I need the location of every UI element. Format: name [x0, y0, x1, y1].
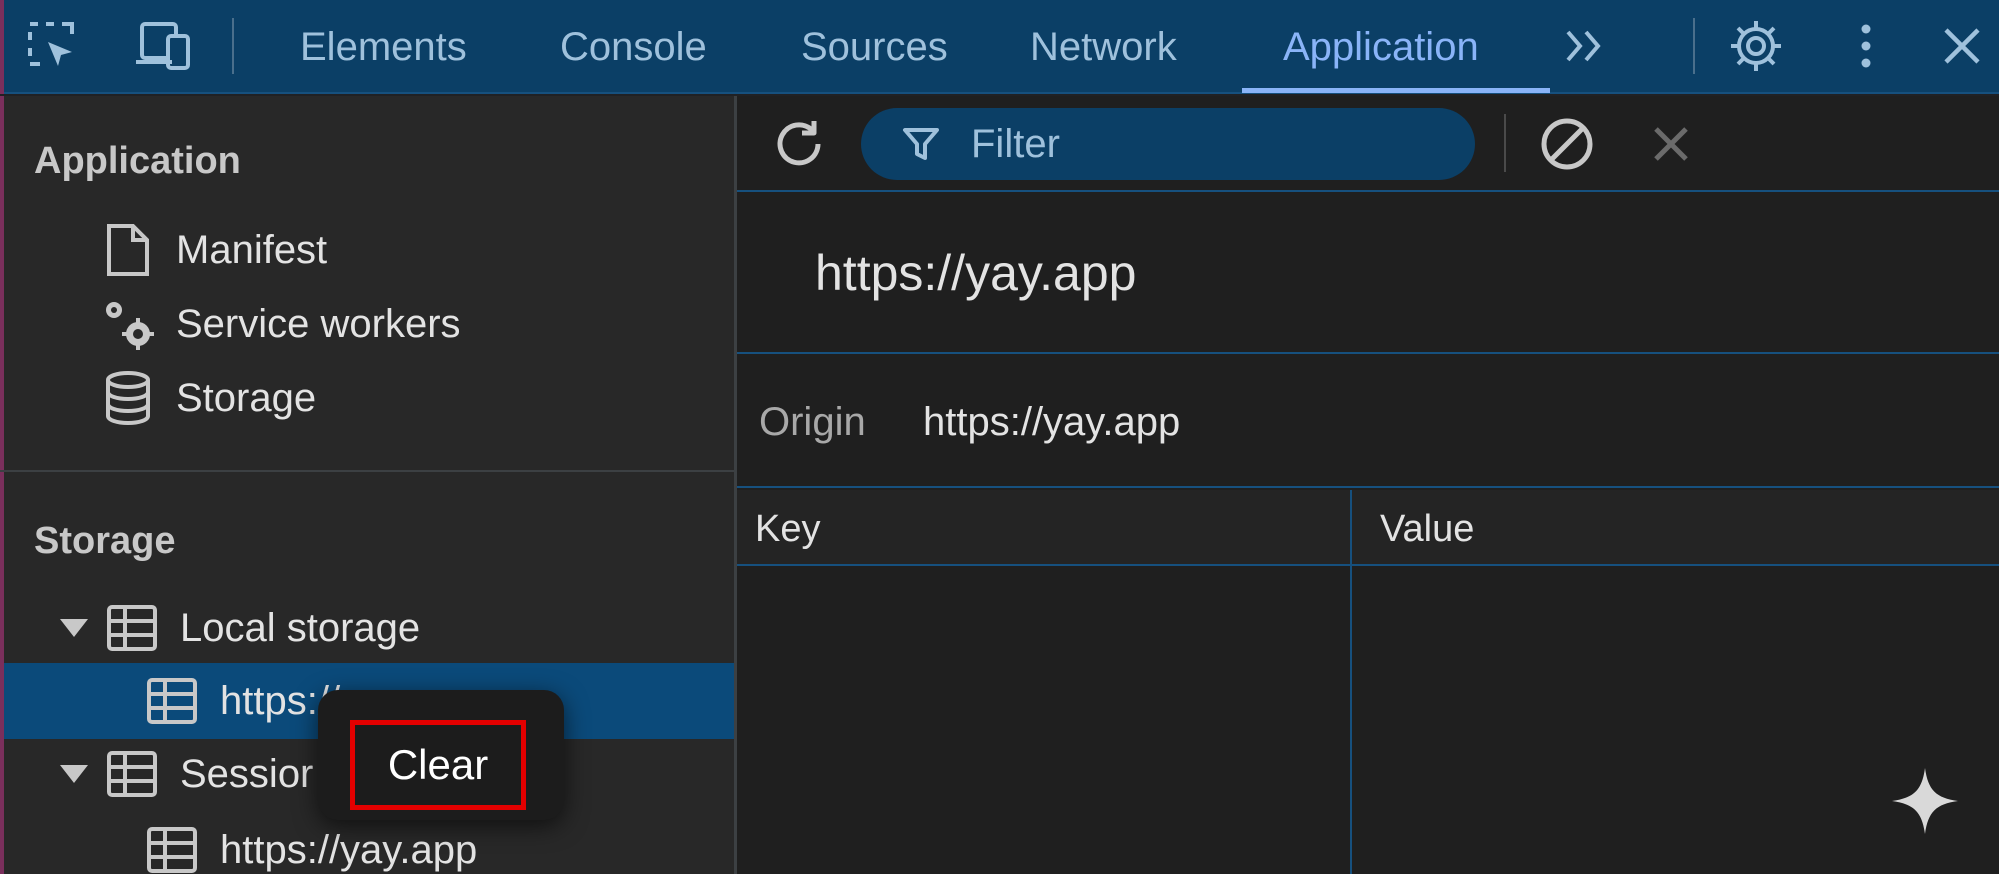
database-icon [98, 368, 158, 428]
filter-placeholder: Filter [971, 121, 1060, 166]
clear-all-icon[interactable] [1535, 112, 1599, 176]
document-icon [98, 220, 158, 280]
device-toolbar-icon[interactable] [132, 14, 196, 78]
sidebar-item-local-storage[interactable]: Local storage [60, 596, 420, 660]
column-header-key[interactable]: Key [755, 508, 820, 551]
table-header: Key Value [737, 490, 1999, 566]
origin-header: https://yay.app [737, 194, 1999, 354]
sidebar-divider [0, 470, 734, 472]
toolbar-separator [1693, 18, 1695, 74]
sidebar-item-service-workers[interactable]: Service workers [98, 292, 461, 356]
settings-icon[interactable] [1724, 14, 1788, 78]
section-title-storage: Storage [34, 520, 176, 562]
origin-value: https://yay.app [923, 400, 1181, 444]
sparkle-icon [1890, 766, 1960, 836]
tab-sources[interactable]: Sources [801, 0, 948, 94]
toolbar-separator [232, 18, 234, 74]
storage-detail-pane: Filter https://yay.app Origin https://ya… [737, 96, 1999, 874]
page-title: https://yay.app [815, 245, 1137, 301]
context-menu-clear[interactable]: Clear [350, 720, 526, 810]
delete-selected-icon[interactable] [1639, 112, 1703, 176]
table-icon [102, 598, 162, 658]
sidebar-item-manifest[interactable]: Manifest [98, 218, 327, 282]
sidebar-item-label: Local storage [180, 605, 421, 650]
sidebar-item-storage-overview[interactable]: Storage [98, 366, 316, 430]
tab-network[interactable]: Network [1030, 0, 1177, 94]
sidebar-item-label: Service workers [176, 301, 461, 346]
tab-console[interactable]: Console [560, 0, 707, 94]
section-title-application: Application [34, 140, 241, 182]
tab-elements[interactable]: Elements [300, 0, 467, 94]
filter-input[interactable]: Filter [861, 108, 1475, 180]
toolbar-separator [1504, 114, 1506, 172]
table-icon [142, 671, 202, 731]
window-edge [0, 0, 4, 94]
sidebar-item-label: Sessior [180, 751, 314, 796]
gears-icon [98, 294, 158, 354]
expand-caret-icon[interactable] [60, 619, 88, 637]
more-options-icon[interactable] [1834, 14, 1898, 78]
inspect-element-icon[interactable] [20, 14, 84, 78]
sidebar-item-label: https://yay.app [220, 827, 478, 872]
filter-toolbar: Filter [737, 96, 1999, 192]
column-divider[interactable] [1350, 490, 1352, 874]
origin-row: Origin https://yay.app [737, 354, 1999, 488]
active-tab-indicator [1242, 88, 1550, 93]
context-menu: Clear [318, 690, 564, 820]
origin-label: Origin [759, 400, 866, 444]
table-icon [142, 820, 202, 874]
filter-icon [897, 120, 945, 168]
close-icon[interactable] [1930, 14, 1994, 78]
expand-caret-icon[interactable] [60, 765, 88, 783]
more-tabs-icon[interactable] [1560, 20, 1612, 72]
column-header-value[interactable]: Value [1380, 508, 1474, 551]
sidebar-item-session-storage[interactable]: Sessior [60, 742, 313, 806]
sidebar-item-local-storage-origin[interactable]: https:// [142, 669, 340, 733]
sidebar-item-label: Storage [176, 375, 317, 420]
table-icon [102, 744, 162, 804]
devtools-toolbar: Elements Console Sources Network Applica… [0, 0, 1999, 94]
sidebar-item-label: Manifest [176, 227, 328, 272]
sidebar-item-session-storage-origin[interactable]: https://yay.app [142, 818, 477, 874]
tab-application[interactable]: Application [1283, 0, 1479, 94]
refresh-icon[interactable] [767, 112, 831, 176]
